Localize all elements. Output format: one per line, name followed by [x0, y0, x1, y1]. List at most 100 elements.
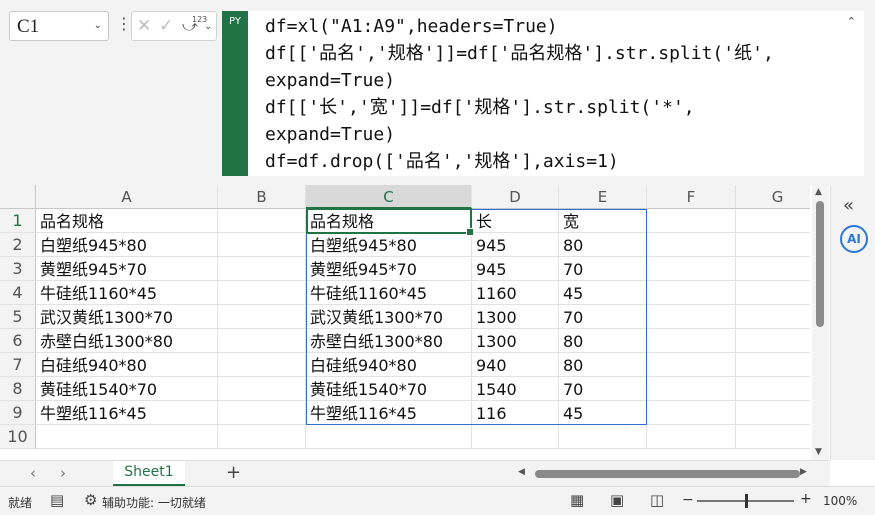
cell-f7[interactable]	[647, 353, 736, 377]
cell-g7[interactable]	[736, 353, 810, 377]
vertical-scrollbar[interactable]: ▲ ▼	[812, 185, 829, 460]
column-header-c[interactable]: C	[306, 185, 472, 209]
cell-g8[interactable]	[736, 377, 810, 401]
cell-e10[interactable]	[559, 425, 647, 449]
row-header-10[interactable]: 10	[0, 425, 36, 449]
row-header-5[interactable]: 5	[0, 305, 36, 329]
chevron-down-icon[interactable]: ⌄	[204, 21, 212, 32]
cell-e1[interactable]: 宽	[559, 209, 647, 233]
cell-a2[interactable]: 白塑纸945*80	[36, 233, 218, 257]
scroll-down-icon[interactable]: ▼	[815, 447, 822, 457]
cell-a6[interactable]: 赤壁白纸1300*80	[36, 329, 218, 353]
cell-d2[interactable]: 945	[472, 233, 559, 257]
row-header-2[interactable]: 2	[0, 233, 36, 257]
cell-f10[interactable]	[647, 425, 736, 449]
cell-c7[interactable]: 白硅纸940*80	[306, 353, 472, 377]
collapse-pane-icon[interactable]: «	[843, 195, 854, 216]
cell-b9[interactable]	[218, 401, 306, 425]
accessibility-icon[interactable]: ⚙	[84, 491, 97, 509]
column-header-g[interactable]: G	[736, 185, 810, 209]
cell-g6[interactable]	[736, 329, 810, 353]
cell-b5[interactable]	[218, 305, 306, 329]
cell-c9[interactable]: 牛塑纸116*45	[306, 401, 472, 425]
row-header-4[interactable]: 4	[0, 281, 36, 305]
row-header-3[interactable]: 3	[0, 257, 36, 281]
cell-f8[interactable]	[647, 377, 736, 401]
accessibility-status[interactable]: 辅助功能: 一切就绪	[102, 494, 206, 511]
zoom-out-icon[interactable]: −	[682, 492, 694, 508]
sheet-tab[interactable]: Sheet1	[113, 461, 185, 487]
cell-c6[interactable]: 赤壁白纸1300*80	[306, 329, 472, 353]
cell-e5[interactable]: 70	[559, 305, 647, 329]
cell-b1[interactable]	[218, 209, 306, 233]
cell-g4[interactable]	[736, 281, 810, 305]
cell-c3[interactable]: 黄塑纸945*70	[306, 257, 472, 281]
cell-e2[interactable]: 80	[559, 233, 647, 257]
scroll-up-icon[interactable]: ▲	[815, 187, 822, 197]
prev-sheet-icon[interactable]: ‹	[30, 464, 36, 482]
cell-d9[interactable]: 116	[472, 401, 559, 425]
select-all-corner[interactable]	[0, 185, 36, 209]
cell-f6[interactable]	[647, 329, 736, 353]
cell-d10[interactable]	[472, 425, 559, 449]
cell-d7[interactable]: 940	[472, 353, 559, 377]
column-header-a[interactable]: A	[36, 185, 218, 209]
cell-f1[interactable]	[647, 209, 736, 233]
enter-icon[interactable]: ✓	[159, 16, 173, 36]
worksheet-grid[interactable]: ABCDEFG 1 2 3 4 5 6 7 8 9 10 品名规格 品名规格长宽白塑纸945*80 白…	[0, 185, 810, 460]
cell-f5[interactable]	[647, 305, 736, 329]
cell-e6[interactable]: 80	[559, 329, 647, 353]
cell-a7[interactable]: 白硅纸940*80	[36, 353, 218, 377]
scroll-left-icon[interactable]: ◀	[518, 467, 525, 477]
cell-g9[interactable]	[736, 401, 810, 425]
cell-b7[interactable]	[218, 353, 306, 377]
cell-c5[interactable]: 武汉黄纸1300*70	[306, 305, 472, 329]
cell-b6[interactable]	[218, 329, 306, 353]
chevron-down-icon[interactable]: ⌄	[94, 20, 102, 31]
cell-d8[interactable]: 1540	[472, 377, 559, 401]
cell-a10[interactable]	[36, 425, 218, 449]
cell-b3[interactable]	[218, 257, 306, 281]
next-sheet-icon[interactable]: ›	[60, 464, 66, 482]
cell-e8[interactable]: 70	[559, 377, 647, 401]
row-header-9[interactable]: 9	[0, 401, 36, 425]
cell-a8[interactable]: 黄硅纸1540*70	[36, 377, 218, 401]
cell-e7[interactable]: 80	[559, 353, 647, 377]
cell-f2[interactable]	[647, 233, 736, 257]
horizontal-scrollbar[interactable]: ◀ ▶	[508, 465, 808, 483]
cell-f4[interactable]	[647, 281, 736, 305]
cell-g1[interactable]	[736, 209, 810, 233]
vertical-scroll-thumb[interactable]	[816, 201, 824, 327]
cell-a5[interactable]: 武汉黄纸1300*70	[36, 305, 218, 329]
cell-e4[interactable]: 45	[559, 281, 647, 305]
cell-f3[interactable]	[647, 257, 736, 281]
add-sheet-icon[interactable]: +	[226, 462, 241, 483]
row-header-6[interactable]: 6	[0, 329, 36, 353]
cell-e9[interactable]: 45	[559, 401, 647, 425]
cell-f9[interactable]	[647, 401, 736, 425]
cell-d3[interactable]: 945	[472, 257, 559, 281]
cancel-icon[interactable]: ✕	[137, 16, 151, 36]
page-layout-view-icon[interactable]: ▣	[610, 491, 624, 509]
column-header-d[interactable]: D	[472, 185, 559, 209]
cell-a9[interactable]: 牛塑纸116*45	[36, 401, 218, 425]
normal-view-icon[interactable]: ▦	[570, 491, 584, 509]
column-header-e[interactable]: E	[559, 185, 647, 209]
scroll-right-icon[interactable]: ▶	[800, 467, 807, 477]
cell-c4[interactable]: 牛硅纸1160*45	[306, 281, 472, 305]
cell-b8[interactable]	[218, 377, 306, 401]
zoom-slider-thumb[interactable]	[745, 494, 748, 508]
cell-d6[interactable]: 1300	[472, 329, 559, 353]
zoom-in-icon[interactable]: +	[800, 491, 812, 507]
zoom-level[interactable]: 100%	[823, 494, 857, 508]
macro-record-icon[interactable]: ▤	[50, 491, 64, 509]
cell-c2[interactable]: 白塑纸945*80	[306, 233, 472, 257]
cell-c10[interactable]	[306, 425, 472, 449]
collapse-formula-bar-icon[interactable]: ⌃	[847, 15, 856, 28]
cell-d5[interactable]: 1300	[472, 305, 559, 329]
row-header-8[interactable]: 8	[0, 377, 36, 401]
row-header-7[interactable]: 7	[0, 353, 36, 377]
more-options-icon[interactable]: ⋮	[116, 14, 132, 33]
cell-d1[interactable]: 长	[472, 209, 559, 233]
cell-c1[interactable]: 品名规格	[306, 209, 472, 233]
